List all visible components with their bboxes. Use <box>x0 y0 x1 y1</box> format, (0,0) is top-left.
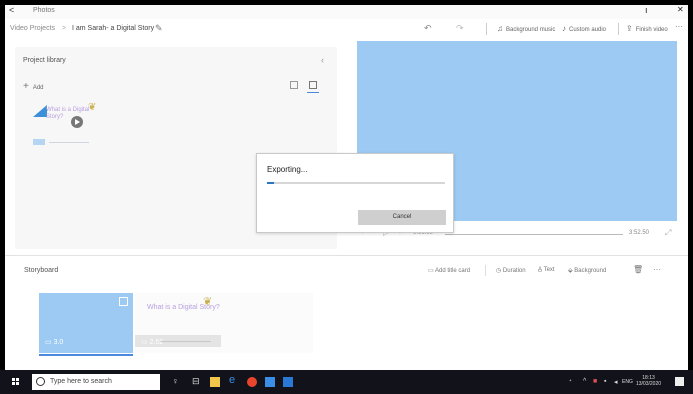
dialog-title: Exporting... <box>267 165 308 174</box>
task-view-icon[interactable]: ⊟ <box>192 376 200 387</box>
chrome-icon[interactable] <box>247 377 257 387</box>
finish-video-button[interactable]: ⇪ Finish video <box>626 24 668 33</box>
search-placeholder: Type here to search <box>50 378 112 385</box>
custom-audio-label: Custom audio <box>569 27 607 33</box>
clip-caption-line <box>49 142 89 143</box>
selected-view-indicator <box>307 92 319 93</box>
panel-divider <box>5 255 688 256</box>
card-select-checkbox[interactable] <box>119 297 128 306</box>
undo-icon[interactable]: ↶ <box>424 23 432 34</box>
exporting-dialog: Exporting... Cancel <box>256 153 454 233</box>
edge-browser-icon[interactable]: e <box>229 374 235 386</box>
fullscreen-icon[interactable]: ⤢ <box>665 228 671 238</box>
pencil-icon[interactable]: ✎ <box>155 23 163 34</box>
add-button[interactable]: + Add <box>23 81 44 92</box>
export-progress-fill <box>267 182 275 184</box>
card-duration: ▭ 2.52 <box>141 338 163 346</box>
plus-icon: + <box>23 81 29 92</box>
trash-icon[interactable]: 🗑 <box>633 265 643 274</box>
custom-audio-button[interactable]: ♪ Custom audio <box>562 24 606 33</box>
taskbar-clock[interactable]: 18:13 13/03/2020 <box>636 375 661 387</box>
clock-icon: ◷ <box>496 268 503 274</box>
storyboard-title: Storyboard <box>24 267 59 274</box>
back-button[interactable]: < <box>9 5 14 15</box>
security-icon[interactable]: ■ <box>593 378 597 385</box>
project-title: I am Sarah- a Digital Story <box>72 25 155 32</box>
notification-icon[interactable] <box>675 377 684 386</box>
lightbulb-icon: ❦ <box>88 102 97 113</box>
storyboard-card-1[interactable]: ▭ 3.0 <box>39 293 133 353</box>
breadcrumb-separator: > <box>62 25 67 32</box>
toolbar-divider <box>486 23 487 35</box>
toolbar-divider <box>618 23 619 35</box>
background-button[interactable]: ⬙ Background <box>568 267 606 274</box>
library-clip-title-card[interactable]: What is a Digital Story? ❦ <box>33 102 97 133</box>
card-duration: ▭ 3.0 <box>45 338 63 346</box>
clip-thumbnail <box>33 139 45 145</box>
storyboard-more-button[interactable]: ··· <box>653 265 661 274</box>
storyboard-toolbar-divider <box>485 265 486 276</box>
close-button[interactable]: ✕ <box>677 5 684 14</box>
card-duration-value: 3.0 <box>53 339 64 346</box>
microphone-icon[interactable]: ♀ <box>172 376 179 386</box>
add-title-card-label: Add title card <box>435 268 471 274</box>
people-icon[interactable]: ᐩ <box>569 378 572 386</box>
export-icon: ⇪ <box>626 24 633 33</box>
background-label: Background <box>574 268 607 274</box>
selected-card-indicator <box>39 354 133 356</box>
library-clip-storyboard[interactable] <box>33 139 95 145</box>
cortana-circle-icon <box>36 377 45 386</box>
duration-label: Duration <box>502 268 526 274</box>
photos-app-window: < Photos ı ✕ Video Projects > I am Sarah… <box>5 5 688 370</box>
lightbulb-icon: ❦ <box>203 296 213 308</box>
seek-bar[interactable] <box>445 234 623 235</box>
grid-view-icon[interactable] <box>290 81 298 89</box>
clip-title-text: What is a Digital Story? <box>46 107 90 120</box>
background-music-button[interactable]: ♫ Background music <box>497 24 555 33</box>
network-icon[interactable]: ▪ <box>604 378 606 385</box>
export-progress-bar <box>267 182 445 184</box>
store-icon[interactable] <box>265 377 275 387</box>
text-label: Text <box>543 267 555 273</box>
title-card-icon: ▭ <box>428 268 436 274</box>
card-caption-line <box>161 341 211 342</box>
finish-video-label: Finish video <box>635 27 668 33</box>
add-label: Add <box>32 85 44 91</box>
file-explorer-icon[interactable] <box>210 377 220 387</box>
app-title: Photos <box>33 7 55 14</box>
title-bar: < Photos ı ✕ <box>5 5 688 19</box>
minimize-button[interactable]: ı <box>645 5 648 15</box>
clock-date: 13/03/2020 <box>636 381 662 387</box>
storyboard-card-2[interactable]: What is a Digital Story? ❦ ▭ 2.52 <box>135 293 313 353</box>
collapse-chevron-icon[interactable]: ‹ <box>321 55 324 65</box>
more-options-button[interactable]: ··· <box>675 22 683 31</box>
audio-icon: ♪ <box>562 24 566 33</box>
language-indicator[interactable]: ENG <box>622 379 633 385</box>
play-icon[interactable] <box>71 116 83 128</box>
taskbar-search-box[interactable]: Type here to search <box>32 374 160 390</box>
list-view-icon[interactable] <box>309 81 317 89</box>
background-music-label: Background music <box>506 27 556 33</box>
windows-start-icon[interactable] <box>12 378 20 386</box>
tray-chevron-icon[interactable]: ^ <box>583 378 586 385</box>
cancel-button[interactable]: Cancel <box>358 210 446 225</box>
breadcrumb-video-projects[interactable]: Video Projects <box>10 25 55 32</box>
add-title-card-button[interactable]: ▭ Add title card <box>428 267 470 274</box>
volume-icon[interactable]: ◂ <box>614 378 618 386</box>
windows-taskbar: Type here to search ♀ ⊟ e ᐩ ^ ■ ▪ ◂ ENG … <box>0 370 693 394</box>
clip-thumbnail-shape <box>33 105 47 117</box>
music-note-icon: ♫ <box>497 24 503 33</box>
redo-icon[interactable]: ↷ <box>456 23 464 34</box>
project-library-title: Project library <box>23 57 66 64</box>
text-button[interactable]: A̲ Text <box>538 267 555 273</box>
photos-taskbar-icon[interactable] <box>283 377 293 387</box>
image-icon: ▭ <box>141 339 150 346</box>
image-icon: ▭ <box>45 339 54 346</box>
duration-button[interactable]: ◷ Duration <box>496 267 526 274</box>
total-time: 3:52.50 <box>629 230 650 236</box>
